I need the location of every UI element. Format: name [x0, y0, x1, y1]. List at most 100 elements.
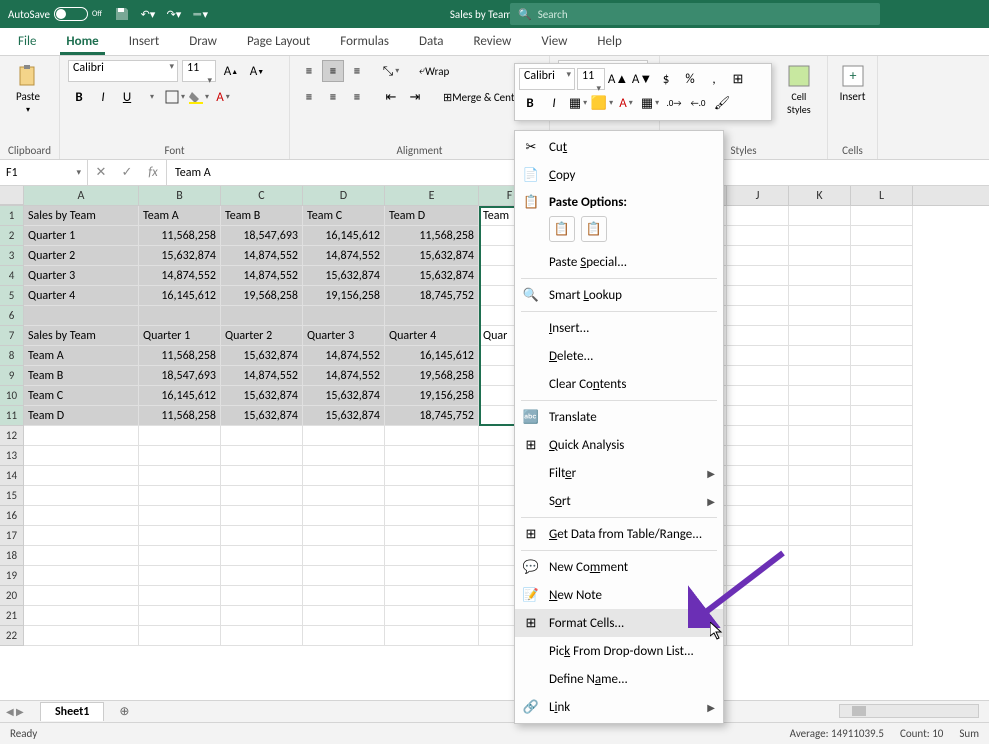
cell-A8[interactable]: Team A [24, 346, 139, 366]
cell-D3[interactable]: 14,874,552 [303, 246, 385, 266]
mt-dec-decimal-icon[interactable]: ←.0 [687, 92, 709, 114]
cell-L12[interactable] [851, 426, 913, 446]
row-header-17[interactable]: 17 [0, 526, 24, 546]
cell-C1[interactable]: Team B [221, 206, 303, 226]
cell-K17[interactable] [789, 526, 851, 546]
cell-B9[interactable]: 18,547,693 [139, 366, 221, 386]
cell-E15[interactable] [385, 486, 479, 506]
sheet-nav-arrows[interactable]: ◀ ▶ [6, 705, 24, 718]
font-family-select[interactable]: Calibri [68, 60, 178, 82]
cell-K5[interactable] [789, 286, 851, 306]
touch-mode-icon[interactable]: ▾ [192, 6, 208, 22]
cell-K2[interactable] [789, 226, 851, 246]
cell-A13[interactable] [24, 446, 139, 466]
cm-pick-list[interactable]: Pick From Drop-down List... [515, 637, 723, 665]
align-middle-icon[interactable]: ≡ [322, 60, 344, 82]
cell-C8[interactable]: 15,632,874 [221, 346, 303, 366]
cell-J18[interactable] [727, 546, 789, 566]
paste-option-default[interactable]: 📋 [549, 216, 575, 242]
column-header-K[interactable]: K [789, 186, 851, 205]
cm-insert[interactable]: Insert... [515, 314, 723, 342]
cell-K12[interactable] [789, 426, 851, 446]
cell-L9[interactable] [851, 366, 913, 386]
cm-new-comment[interactable]: 💬New Comment [515, 553, 723, 581]
cell-C14[interactable] [221, 466, 303, 486]
mt-size-select[interactable]: 11 [577, 68, 605, 90]
cell-J20[interactable] [727, 586, 789, 606]
mt-currency-icon[interactable]: $ [655, 68, 677, 90]
row-header-2[interactable]: 2 [0, 226, 24, 246]
insert-cells-button[interactable]: +Insert [836, 60, 869, 103]
cm-clear-contents[interactable]: Clear Contents [515, 370, 723, 398]
cm-sort[interactable]: Sort▶ [515, 487, 723, 515]
cell-E6[interactable] [385, 306, 479, 326]
cm-copy[interactable]: 📄Copy [515, 161, 723, 189]
font-size-select[interactable]: 11 [182, 60, 216, 82]
cell-A18[interactable] [24, 546, 139, 566]
cell-K15[interactable] [789, 486, 851, 506]
cell-K21[interactable] [789, 606, 851, 626]
cell-E9[interactable]: 19,568,258 [385, 366, 479, 386]
cell-E2[interactable]: 11,568,258 [385, 226, 479, 246]
cell-E21[interactable] [385, 606, 479, 626]
search-box[interactable]: 🔍 Search [510, 3, 880, 25]
cell-E1[interactable]: Team D [385, 206, 479, 226]
cell-B15[interactable] [139, 486, 221, 506]
row-header-3[interactable]: 3 [0, 246, 24, 266]
tab-draw[interactable]: Draw [183, 30, 223, 55]
cell-E5[interactable]: 18,745,752 [385, 286, 479, 306]
cell-C9[interactable]: 14,874,552 [221, 366, 303, 386]
cell-C2[interactable]: 18,547,693 [221, 226, 303, 246]
cell-K22[interactable] [789, 626, 851, 646]
cell-B4[interactable]: 14,874,552 [139, 266, 221, 286]
cell-J14[interactable] [727, 466, 789, 486]
cell-C6[interactable] [221, 306, 303, 326]
cell-D2[interactable]: 16,145,612 [303, 226, 385, 246]
column-header-C[interactable]: C [221, 186, 303, 205]
cell-D19[interactable] [303, 566, 385, 586]
decrease-indent-icon[interactable]: ⇤ [380, 86, 402, 108]
border-button[interactable] [164, 86, 186, 108]
cell-E13[interactable] [385, 446, 479, 466]
cell-A3[interactable]: Quarter 2 [24, 246, 139, 266]
cell-B12[interactable] [139, 426, 221, 446]
mt-bold-button[interactable]: B [519, 92, 541, 114]
cell-B2[interactable]: 11,568,258 [139, 226, 221, 246]
cell-L17[interactable] [851, 526, 913, 546]
cell-J7[interactable] [727, 326, 789, 346]
cell-A1[interactable]: Sales by Team [24, 206, 139, 226]
cell-E10[interactable]: 19,156,258 [385, 386, 479, 406]
cell-C7[interactable]: Quarter 2 [221, 326, 303, 346]
underline-button[interactable]: U [116, 86, 138, 108]
cell-L20[interactable] [851, 586, 913, 606]
cell-E18[interactable] [385, 546, 479, 566]
cell-grid[interactable]: ABCDEFGHIJKL 123456789101112131415161718… [0, 186, 989, 700]
cell-C20[interactable] [221, 586, 303, 606]
cell-D14[interactable] [303, 466, 385, 486]
cm-get-data[interactable]: ⊞Get Data from Table/Range... [515, 520, 723, 548]
autosave-toggle[interactable]: AutoSave Off [8, 7, 102, 21]
cell-D1[interactable]: Team C [303, 206, 385, 226]
cell-L5[interactable] [851, 286, 913, 306]
cell-J8[interactable] [727, 346, 789, 366]
tab-view[interactable]: View [535, 30, 573, 55]
cm-translate[interactable]: 🔤Translate [515, 403, 723, 431]
cell-L22[interactable] [851, 626, 913, 646]
column-header-L[interactable]: L [851, 186, 913, 205]
cell-J22[interactable] [727, 626, 789, 646]
underline-dropdown-icon[interactable] [140, 86, 162, 108]
align-right-icon[interactable]: ≡ [346, 86, 368, 108]
row-header-1[interactable]: 1 [0, 206, 24, 226]
cell-A21[interactable] [24, 606, 139, 626]
cell-L10[interactable] [851, 386, 913, 406]
cell-B7[interactable]: Quarter 1 [139, 326, 221, 346]
mt-border2-button[interactable]: ▦ [639, 92, 661, 114]
mt-font-color-button[interactable]: A [615, 92, 637, 114]
tab-page-layout[interactable]: Page Layout [241, 30, 316, 55]
cell-E19[interactable] [385, 566, 479, 586]
cell-K1[interactable] [789, 206, 851, 226]
cell-B16[interactable] [139, 506, 221, 526]
cell-A12[interactable] [24, 426, 139, 446]
cell-B10[interactable]: 16,145,612 [139, 386, 221, 406]
cell-J4[interactable] [727, 266, 789, 286]
